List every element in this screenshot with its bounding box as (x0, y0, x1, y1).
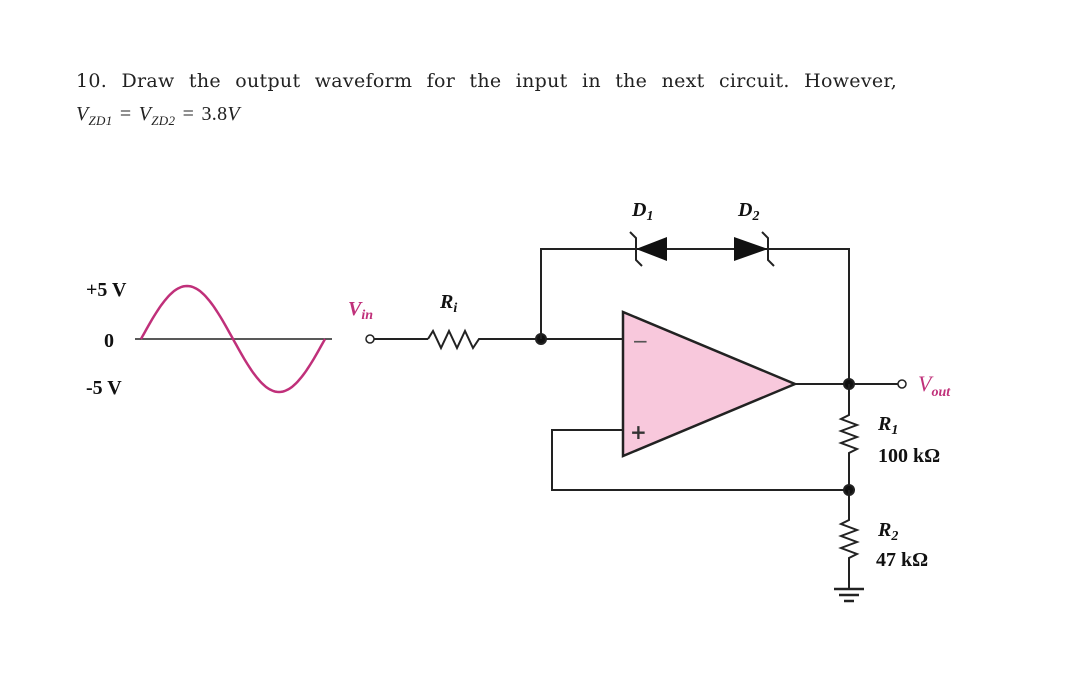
zener-d2 (734, 231, 775, 267)
circuit-diagram: +5 V 0 -5 V Vin Ri D1 D2 − + Vout R1 100… (86, 199, 951, 603)
r2-value: 47 kΩ (876, 549, 928, 571)
ri-label: Ri (439, 291, 457, 316)
ground-icon (834, 587, 864, 603)
resistor-r2 (838, 490, 860, 588)
positive-feedback-wire (551, 429, 849, 491)
input-waveform: +5 V 0 -5 V (86, 279, 332, 399)
inverting-input-sign: − (632, 329, 649, 353)
r1-value: 100 kΩ (878, 445, 940, 467)
zener-d1 (629, 231, 667, 267)
noninverting-input-sign: + (630, 420, 647, 444)
r1-label: R1 (877, 413, 898, 438)
label-minus5: -5 V (86, 377, 122, 399)
d2-label: D2 (737, 199, 759, 224)
r2-label: R2 (877, 519, 898, 544)
d1-label: D1 (631, 199, 653, 224)
op-amp (621, 310, 799, 458)
label-zero: 0 (104, 330, 114, 352)
resistor-ri (427, 328, 487, 351)
label-plus5: +5 V (86, 279, 127, 301)
vout-label: Vout (918, 371, 951, 400)
vout-terminal (897, 379, 907, 389)
vin-label: Vin (348, 298, 373, 323)
vin-terminal (365, 334, 375, 344)
resistor-r1 (838, 384, 860, 490)
